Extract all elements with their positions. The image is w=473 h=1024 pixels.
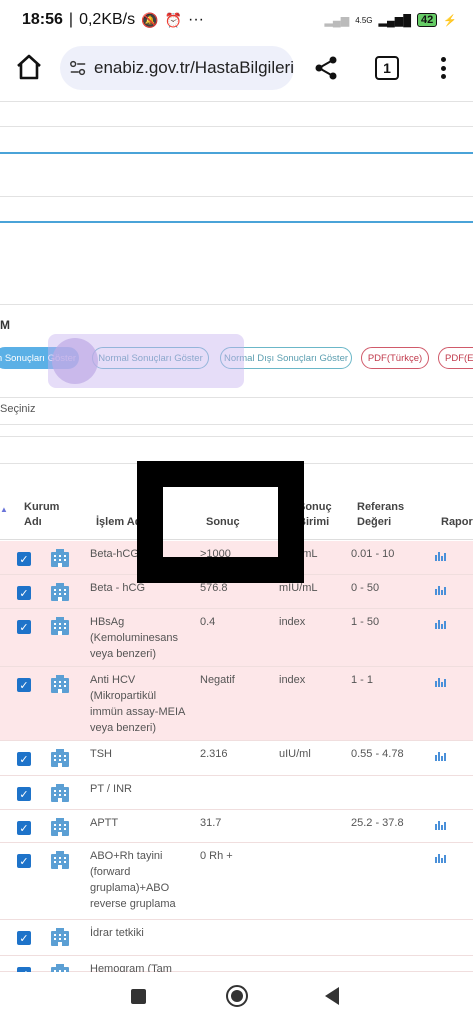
sort-asc-icon[interactable]: ▲ (0, 505, 8, 514)
pdf-english-button[interactable]: PDF(En (438, 347, 473, 369)
divider (0, 304, 473, 305)
cell-referans: 1 - 50 (351, 616, 380, 628)
cell-birim: uIU/ml (279, 748, 311, 760)
recent-apps-icon[interactable] (131, 989, 146, 1004)
header-rapor[interactable]: Rapor (441, 515, 473, 530)
cell-sonuc: 0.4 (200, 616, 216, 628)
system-nav-bar (0, 972, 473, 1024)
alarm-icon: ⏰ (164, 11, 182, 28)
back-icon[interactable] (325, 987, 339, 1005)
table-row: ✓ İdrar tetkiki (0, 920, 473, 956)
row-checkbox[interactable]: ✓ (17, 931, 31, 945)
hospital-building-icon (50, 674, 70, 694)
table-row: ✓ TSH 2.316 uIU/ml 0.55 - 4.78 (0, 741, 473, 776)
hospital-building-icon (50, 616, 70, 636)
row-checkbox[interactable]: ✓ (17, 752, 31, 766)
row-checkbox[interactable]: ✓ (17, 620, 31, 634)
cell-islem: PT / INR (90, 783, 132, 795)
row-checkbox[interactable]: ✓ (17, 586, 31, 600)
more-notifications-icon: ··· (187, 11, 204, 28)
play-icon (52, 338, 98, 384)
cell-referans: 0.55 - 4.78 (351, 748, 404, 760)
table-row: ✓ HBsAg (Kemoluminesans veya benzeri) 0.4 ind… (0, 609, 473, 667)
divider (0, 101, 473, 102)
cell-referans: 0 - 50 (351, 582, 380, 594)
cell-islem: TSH (90, 748, 112, 760)
cell-islem: HBsAg (Kemoluminesans veya benzeri) (90, 616, 179, 660)
divider (0, 126, 473, 127)
cell-islem: Anti HCV (Mikropartikül immün assay-MEIA ve… (90, 674, 186, 734)
table-row: ✓Hemogram (Tam (0, 956, 473, 982)
header-birim[interactable]: Sonuç Birimi (298, 500, 348, 530)
cell-islem: ABO+Rh tayini (forward gruplama)+ABO revers… (90, 850, 176, 910)
hospital-building-icon (50, 927, 70, 947)
cell-referans: 25.2 - 37.8 (351, 817, 404, 829)
browser-toolbar: enabiz.gov.tr/HastaBilgileri 1 (0, 40, 473, 100)
cell-sonuc: 2.316 (200, 748, 228, 760)
divider (0, 424, 473, 425)
divider (0, 196, 473, 197)
status-bar: 18:56 | 0,2KB/s 🔕 ⏰ ··· ▂▄▆ 4.5G ▂▄▆█ 42… (0, 0, 473, 40)
select-dropdown[interactable]: Seçiniz (0, 403, 35, 415)
cell-referans: 0.01 - 10 (351, 548, 395, 560)
share-icon[interactable] (312, 54, 340, 82)
site-settings-icon[interactable] (70, 59, 86, 77)
status-separator: | (68, 11, 74, 28)
report-chart-icon[interactable] (435, 820, 447, 830)
signal-icon: ▂▄▆█ (378, 14, 412, 27)
hospital-building-icon (50, 817, 70, 837)
pdf-turkish-button[interactable]: PDF(Türkçe) (361, 347, 429, 369)
signal-weak-icon: ▂▄▆ (324, 14, 350, 27)
hospital-building-icon (50, 582, 70, 602)
row-checkbox[interactable]: ✓ (17, 678, 31, 692)
table-row: ✓ PT / INR (0, 776, 473, 810)
url-text: enabiz.gov.tr/HastaBilgileri (94, 58, 294, 77)
row-checkbox[interactable]: ✓ (17, 854, 31, 868)
row-checkbox[interactable]: ✓ (17, 821, 31, 835)
hospital-building-icon (50, 850, 70, 870)
cell-sonuc: Negatif (200, 674, 235, 686)
table-row: ✓ ABO+Rh tayini (forward gruplama)+ABO rever… (0, 843, 473, 920)
cell-birim: index (279, 674, 306, 686)
home-icon[interactable] (14, 52, 44, 82)
cell-islem: APTT (90, 817, 119, 829)
report-chart-icon[interactable] (435, 751, 447, 761)
row-checkbox[interactable]: ✓ (17, 552, 31, 566)
input-border[interactable] (0, 152, 473, 154)
network-speed: 0,2KB/s (79, 11, 136, 28)
battery-icon: 42 (417, 13, 438, 27)
hospital-building-icon (50, 783, 70, 803)
address-bar[interactable]: enabiz.gov.tr/HastaBilgileri (60, 46, 294, 90)
table-row: ✓ Anti HCV (Mikropartikül immün assay-MEIA v… (0, 667, 473, 741)
input-border[interactable] (0, 221, 473, 223)
header-referans[interactable]: Referans Değeri (357, 500, 417, 530)
table-row: ✓ APTT 31.7 25.2 - 37.8 (0, 810, 473, 843)
header-kurum[interactable]: Kurum Adı (24, 500, 69, 530)
report-chart-icon[interactable] (435, 853, 447, 863)
report-chart-icon[interactable] (435, 551, 447, 561)
mute-icon: 🔕 (141, 11, 159, 28)
hospital-building-icon (50, 748, 70, 768)
charging-icon: ⚡ (443, 14, 457, 27)
hospital-building-icon (50, 548, 70, 568)
redaction-box (137, 461, 304, 583)
row-checkbox[interactable]: ✓ (17, 787, 31, 801)
divider (0, 436, 473, 437)
cell-birim: index (279, 616, 306, 628)
status-time: 18:56 (22, 11, 63, 28)
section-label: M (0, 318, 10, 332)
report-chart-icon[interactable] (435, 619, 447, 629)
report-chart-icon[interactable] (435, 585, 447, 595)
report-chart-icon[interactable] (435, 677, 447, 687)
cell-referans: 1 - 1 (351, 674, 374, 686)
overflow-menu-icon[interactable] (436, 54, 450, 82)
cell-sonuc: 0 Rh + (200, 850, 233, 862)
cell-islem: İdrar tetkiki (90, 927, 144, 939)
cell-sonuc: 31.7 (200, 817, 222, 829)
tab-switcher-button[interactable]: 1 (375, 56, 399, 80)
home-nav-icon[interactable] (226, 985, 248, 1007)
network-type-label: 4.5G (355, 15, 373, 25)
divider (0, 397, 473, 398)
